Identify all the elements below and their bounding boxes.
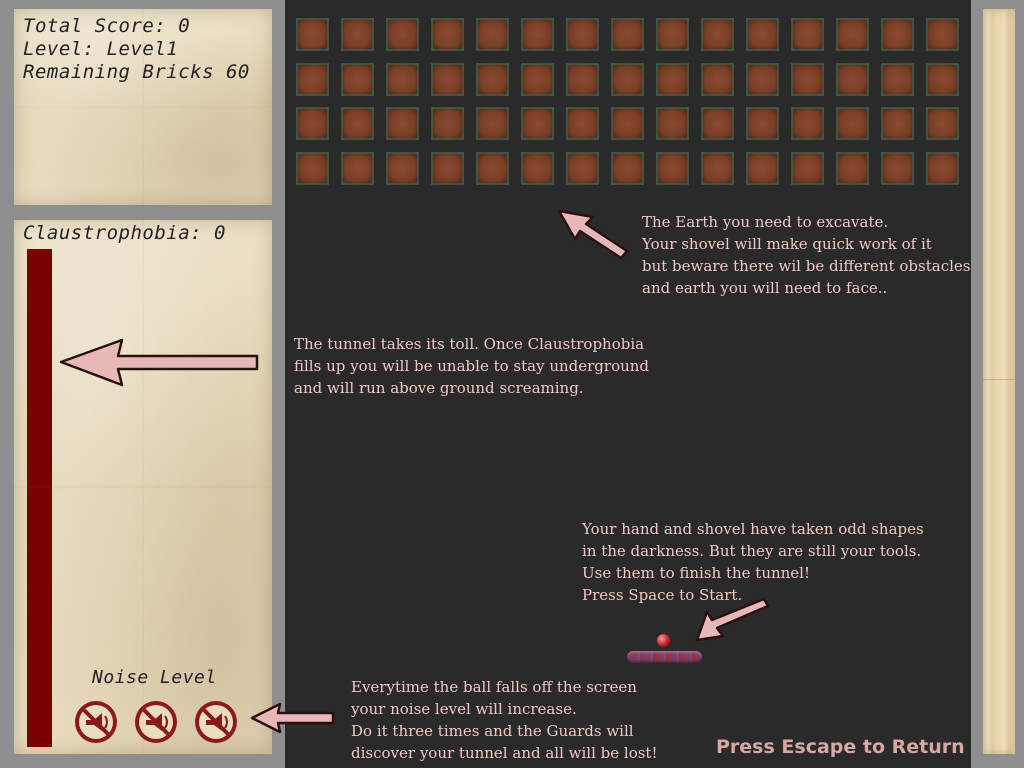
arrow-to-noise-icon xyxy=(250,702,335,734)
hint-arrows xyxy=(59,209,770,734)
arrow-to-paddle-icon xyxy=(695,597,770,642)
arrow-to-bricks-icon xyxy=(557,209,629,260)
arrow-to-claustrophobia-icon xyxy=(59,338,259,387)
